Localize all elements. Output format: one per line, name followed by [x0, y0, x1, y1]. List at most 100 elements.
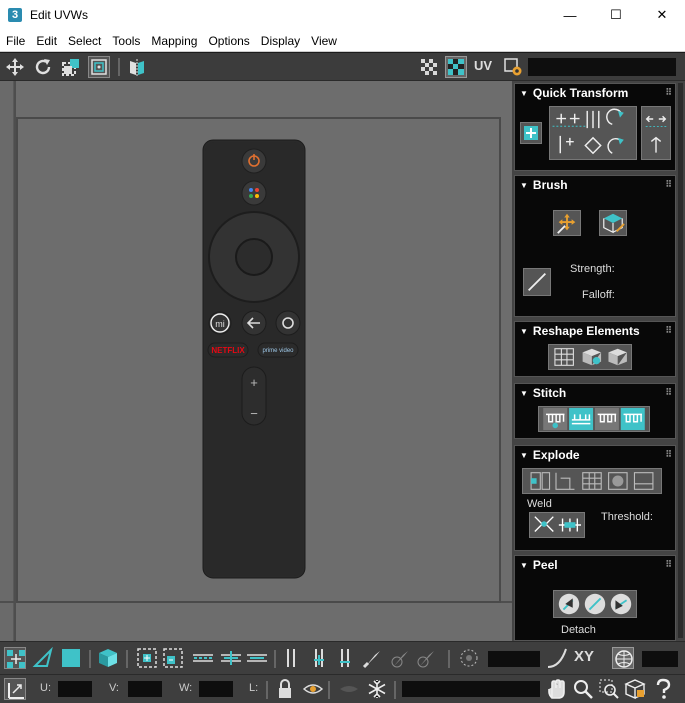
pivot-icon[interactable]: [520, 122, 542, 144]
help-icon[interactable]: [652, 678, 674, 700]
rotate-icon[interactable]: [32, 56, 54, 78]
move-icon[interactable]: [4, 56, 26, 78]
toolbar-separator: [126, 650, 128, 668]
flip-tools-group[interactable]: [641, 106, 671, 160]
paint-shrink-icon[interactable]: [416, 647, 438, 669]
brush-header[interactable]: ▼ Brush ⠿: [515, 176, 675, 194]
app-icon: 3: [8, 8, 22, 22]
explode-tools-group[interactable]: [522, 468, 662, 494]
menu-view[interactable]: View: [305, 34, 342, 48]
toolbar-separator: [274, 650, 276, 668]
stitch-tools-group[interactable]: [538, 406, 650, 432]
rollout-panel: ▼ Quick Transform ⠿ ▼ Brush ⠿ Strength: Fall…: [512, 81, 685, 641]
netflix-button-label: NETFLIX: [211, 346, 245, 355]
weld-label: Weld: [527, 498, 552, 510]
relax-brush-icon[interactable]: [599, 210, 627, 236]
edge-select-icon[interactable]: [32, 646, 54, 669]
checker-pattern-icon[interactable]: [418, 56, 440, 78]
v-value-field[interactable]: [128, 681, 162, 697]
detach-label: Detach: [561, 624, 596, 636]
w-label: W:: [179, 682, 193, 694]
show-hidden-icon[interactable]: [302, 678, 324, 700]
planar-threshold-value[interactable]: [642, 651, 678, 667]
soft-selection-value[interactable]: [488, 651, 540, 667]
polygon-select-icon[interactable]: [60, 647, 82, 669]
zoom-extents-icon[interactable]: [624, 678, 646, 700]
toolbar-separator: [118, 58, 120, 76]
uv-settings-icon[interactable]: [502, 56, 524, 78]
menu-mapping[interactable]: Mapping: [145, 34, 202, 48]
world-icon[interactable]: [612, 647, 634, 669]
explode-title: Explode: [532, 448, 580, 462]
loop-grow-icon[interactable]: [220, 647, 242, 669]
grow-selection-icon[interactable]: [136, 647, 158, 669]
align-tools-group[interactable]: [549, 106, 637, 160]
menu-display[interactable]: Display: [255, 34, 305, 48]
ring-grow-icon[interactable]: [308, 647, 330, 669]
l-label: L:: [249, 682, 259, 694]
texture-dropdown[interactable]: [528, 58, 676, 76]
menu-select[interactable]: Select: [62, 34, 106, 48]
explode-header[interactable]: ▼ Explode ⠿: [515, 446, 675, 464]
freeform-icon[interactable]: [88, 56, 110, 78]
falloff-label: Falloff:: [582, 289, 615, 301]
falloff-curve-icon[interactable]: [546, 647, 568, 669]
stitch-header[interactable]: ▼ Stitch ⠿: [515, 384, 675, 402]
soft-selection-icon[interactable]: [458, 647, 480, 669]
mirror-icon[interactable]: [126, 56, 148, 78]
brush-falloff-icon[interactable]: [523, 268, 551, 296]
pan-hand-icon[interactable]: [546, 678, 568, 700]
bottom-toolbar-coordinates: U: V: W: L:: [0, 674, 685, 703]
u-value-field[interactable]: [58, 681, 92, 697]
reshape-elements-header[interactable]: ▼ Reshape Elements ⠿: [515, 322, 675, 340]
toolbar-separator: [328, 681, 330, 699]
zoom-icon[interactable]: [572, 678, 594, 700]
threshold-label: Threshold:: [601, 511, 653, 523]
hide-icon[interactable]: [338, 678, 360, 700]
toolbar-separator: [89, 650, 91, 668]
scale-icon[interactable]: [60, 56, 82, 78]
peel-tools-group[interactable]: [553, 590, 637, 618]
weld-tools-group[interactable]: [529, 512, 585, 538]
paint-select-icon[interactable]: [362, 647, 384, 669]
volume-plus-label: +: [250, 375, 258, 390]
selection-set-field[interactable]: [402, 681, 540, 697]
menu-edit[interactable]: Edit: [30, 34, 62, 48]
reshape-tools-group[interactable]: [548, 344, 632, 370]
ring-select-icon[interactable]: [280, 647, 302, 669]
vertex-select-icon[interactable]: [4, 647, 26, 669]
strength-label: Strength:: [570, 263, 615, 275]
stitch-rollout: ▼ Stitch ⠿: [514, 383, 676, 439]
menu-options[interactable]: Options: [202, 34, 254, 48]
minimize-button[interactable]: —: [547, 0, 593, 30]
absolute-mode-icon[interactable]: [4, 678, 26, 700]
freeze-icon[interactable]: [366, 678, 388, 700]
quick-transform-rollout: ▼ Quick Transform ⠿: [514, 83, 676, 171]
v-label: V:: [109, 682, 119, 694]
rollout-scrollbar[interactable]: [678, 83, 683, 638]
zoom-region-icon[interactable]: [598, 678, 620, 700]
lock-icon[interactable]: [274, 678, 296, 700]
uv-viewport[interactable]: mi NETFLIX prime video + −: [0, 81, 512, 641]
paint-grow-icon[interactable]: [390, 647, 412, 669]
ring-shrink-icon[interactable]: [334, 647, 356, 669]
quick-transform-header[interactable]: ▼ Quick Transform ⠿: [515, 84, 675, 102]
shrink-selection-icon[interactable]: [162, 647, 184, 669]
bottom-toolbar-selection: XY: [0, 641, 685, 674]
brush-title: Brush: [532, 178, 568, 192]
paint-move-icon[interactable]: [553, 210, 581, 236]
w-value-field[interactable]: [199, 681, 233, 697]
volume-minus-label: −: [250, 406, 258, 421]
loop-shrink-icon[interactable]: [246, 647, 268, 669]
menu-tools[interactable]: Tools: [106, 34, 145, 48]
xy-plane-toggle[interactable]: XY: [574, 648, 594, 665]
peel-rollout: ▼ Peel ⠿ Detach: [514, 555, 676, 641]
menu-file[interactable]: File: [0, 34, 30, 48]
maximize-button[interactable]: ☐: [593, 0, 639, 30]
loop-select-icon[interactable]: [192, 647, 214, 669]
texture-checker-icon[interactable]: [445, 56, 467, 78]
peel-header[interactable]: ▼ Peel ⠿: [515, 556, 675, 574]
close-button[interactable]: ✕: [639, 0, 685, 30]
element-select-icon[interactable]: [97, 647, 119, 669]
uv-label[interactable]: UV: [474, 58, 492, 73]
